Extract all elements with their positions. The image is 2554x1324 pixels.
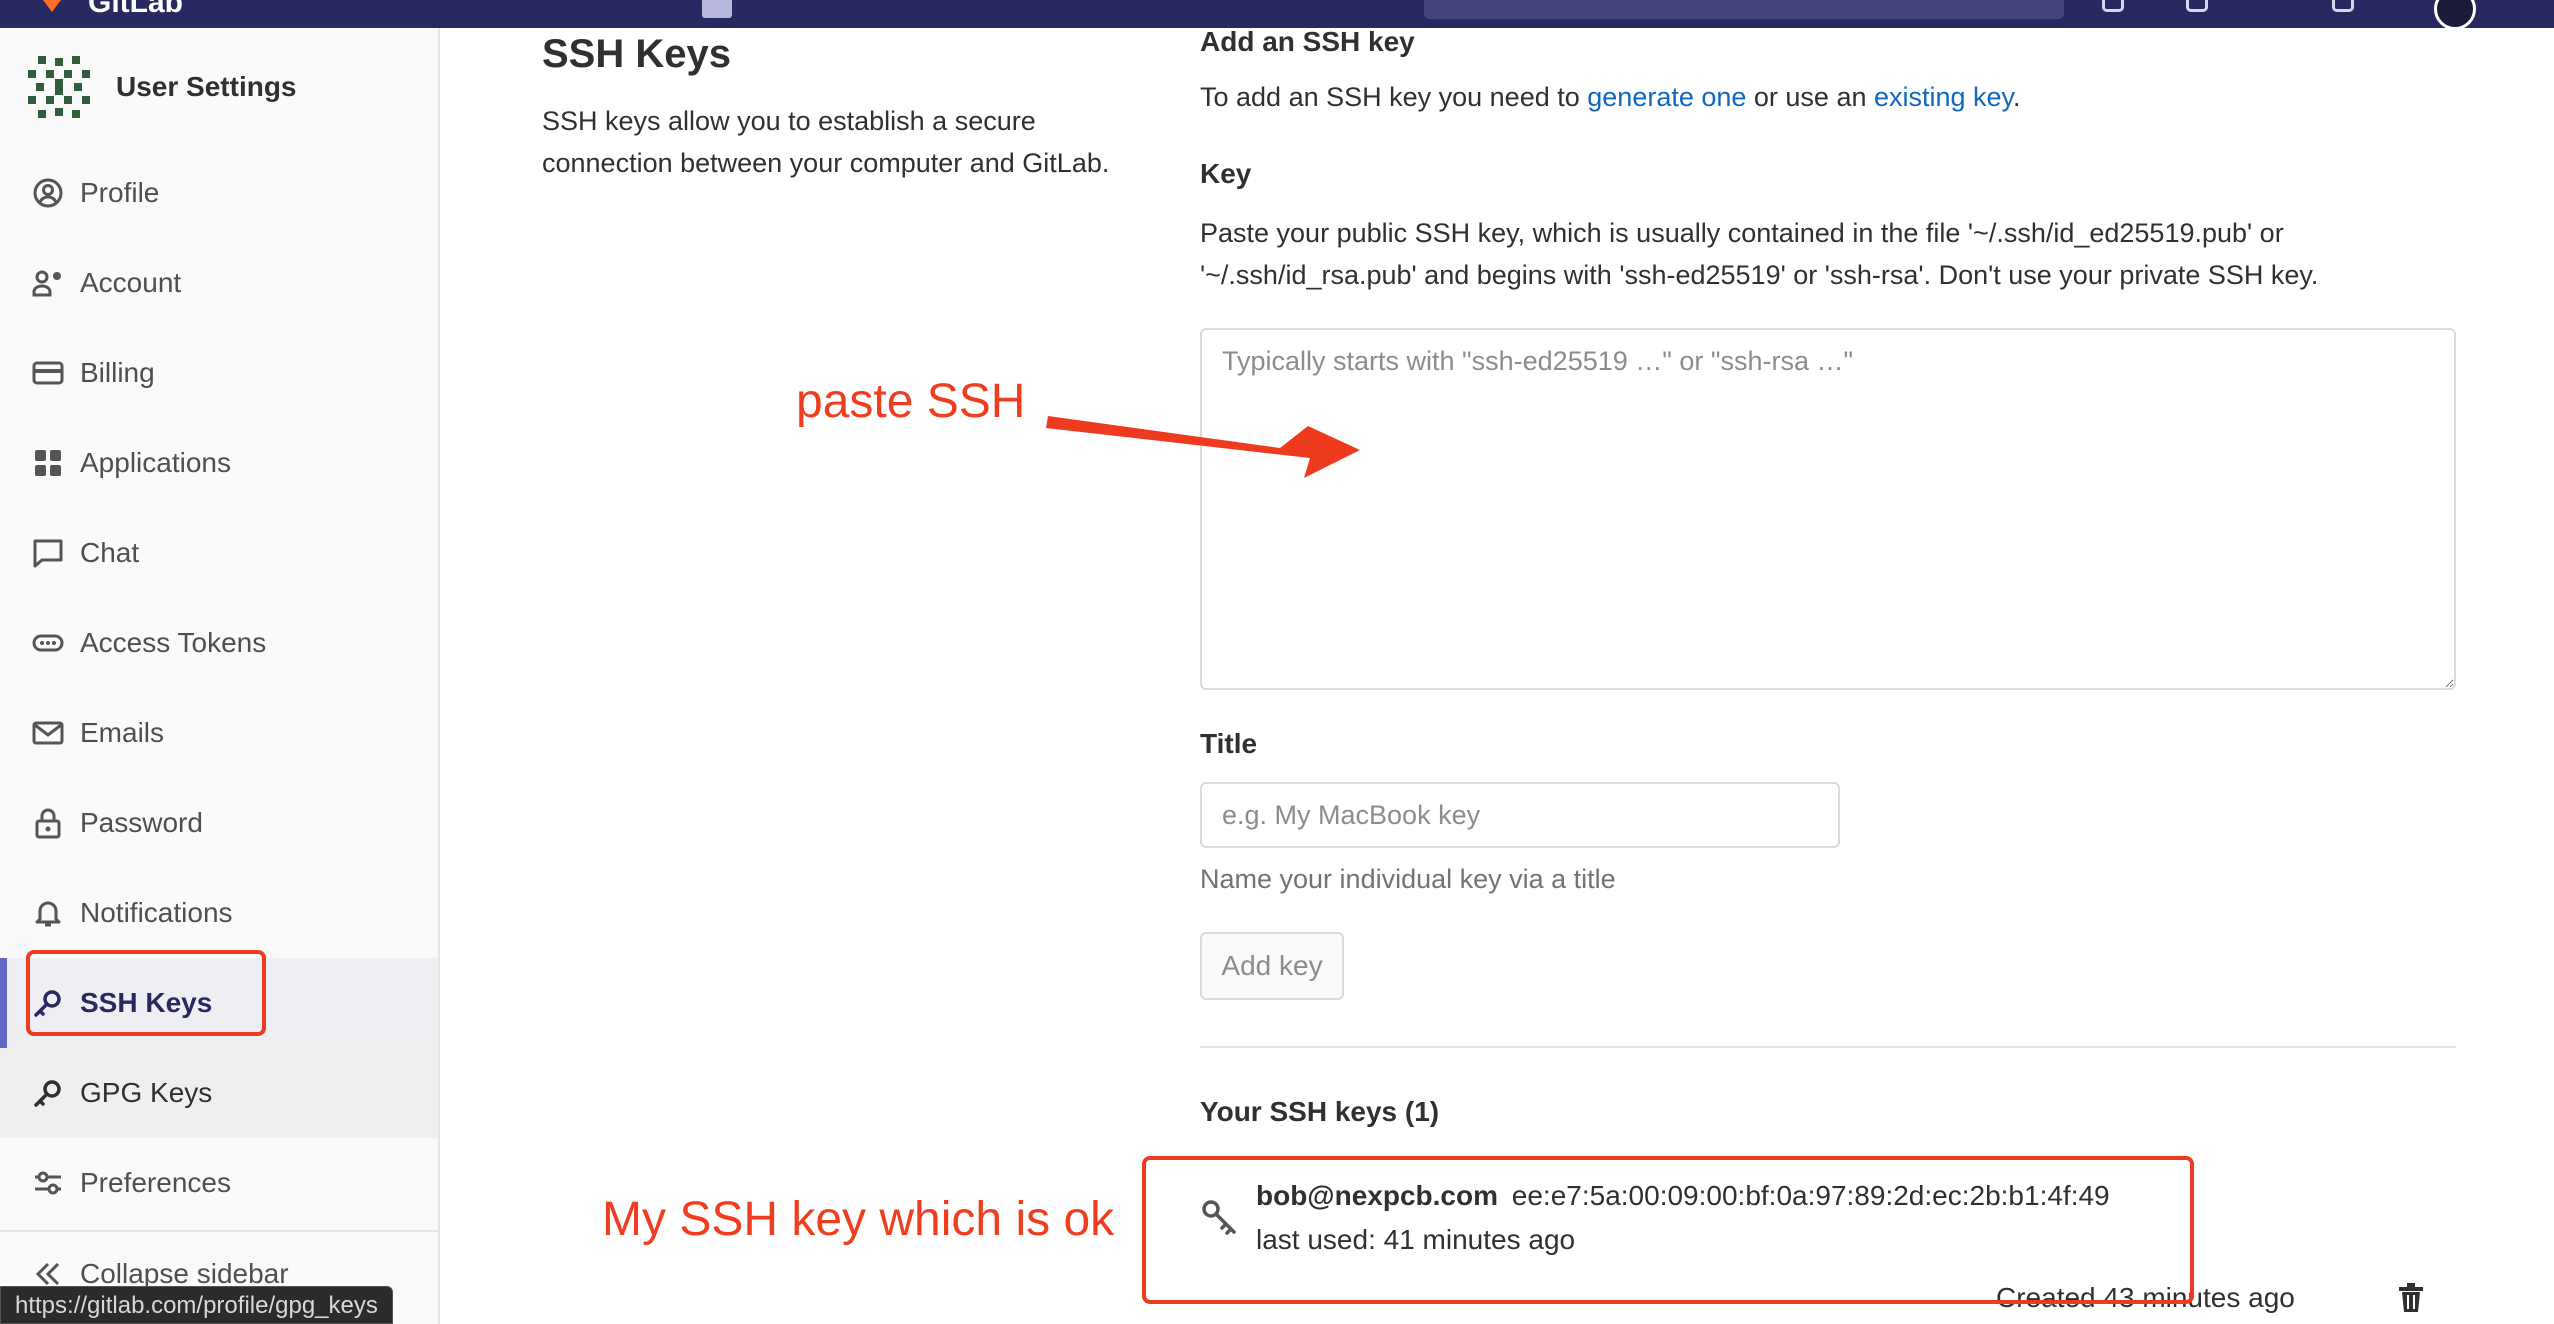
email-icon bbox=[32, 717, 64, 749]
sidebar-item-label: Notifications bbox=[80, 897, 233, 928]
sidebar-item-emails[interactable]: Emails bbox=[0, 688, 438, 778]
sidebar: User Settings Profile Account Billing Ap… bbox=[0, 28, 440, 1324]
sidebar-item-access-tokens[interactable]: Access Tokens bbox=[0, 598, 438, 688]
sidebar-item-notifications[interactable]: Notifications bbox=[0, 868, 438, 958]
sidebar-item-profile[interactable]: Profile bbox=[0, 148, 438, 238]
top-navbar: GitLab bbox=[0, 0, 2554, 30]
intro-text: or use an bbox=[1746, 82, 1874, 112]
trash-icon[interactable] bbox=[2396, 1282, 2426, 1314]
brand-name[interactable]: GitLab bbox=[88, 0, 183, 20]
annotation-box-ssh-keys-nav bbox=[26, 950, 266, 1036]
sidebar-item-gpg-keys[interactable]: GPG Keys bbox=[0, 1048, 438, 1138]
todo-icon[interactable] bbox=[2102, 0, 2124, 12]
sidebar-item-applications[interactable]: Applications bbox=[0, 418, 438, 508]
sidebar-item-label: Applications bbox=[80, 447, 231, 478]
add-key-button[interactable]: Add key bbox=[1200, 932, 1344, 1000]
add-ssh-key-intro: To add an SSH key you need to generate o… bbox=[1200, 82, 2021, 113]
main-content: SSH Keys SSH keys allow you to establish… bbox=[440, 26, 2554, 1324]
existing-key-link[interactable]: existing key bbox=[1874, 82, 2013, 112]
generate-one-link[interactable]: generate one bbox=[1587, 82, 1746, 112]
browser-status-url: https://gitlab.com/profile/gpg_keys bbox=[0, 1286, 393, 1324]
sidebar-item-label: Billing bbox=[80, 357, 155, 388]
access-tokens-icon bbox=[32, 627, 64, 659]
sidebar-item-preferences[interactable]: Preferences bbox=[0, 1138, 438, 1228]
page-description: SSH keys allow you to establish a secure… bbox=[542, 106, 1110, 178]
title-input[interactable] bbox=[1200, 782, 1840, 848]
applications-icon bbox=[32, 447, 64, 479]
add-ssh-key-heading: Add an SSH key bbox=[1200, 26, 1415, 57]
sidebar-item-label: Password bbox=[80, 807, 203, 838]
key-label: Key bbox=[1200, 158, 1252, 189]
title-label: Title bbox=[1200, 728, 1258, 759]
issues-icon[interactable] bbox=[702, 0, 732, 18]
sidebar-context-title: User Settings bbox=[116, 71, 297, 102]
sidebar-item-label: Emails bbox=[80, 717, 165, 748]
bell-icon bbox=[32, 897, 64, 929]
account-icon bbox=[32, 267, 64, 299]
sidebar-item-label: Chat bbox=[80, 537, 140, 568]
sidebar-context-header[interactable]: User Settings bbox=[24, 52, 297, 122]
sidebar-item-label: GPG Keys bbox=[80, 1077, 213, 1108]
user-identicon bbox=[24, 52, 94, 122]
help-icon[interactable] bbox=[2332, 0, 2354, 12]
chat-icon bbox=[32, 537, 64, 569]
annotation-paste-label: paste SSH bbox=[796, 375, 1026, 428]
merge-request-icon[interactable] bbox=[2186, 0, 2208, 12]
user-avatar[interactable] bbox=[2434, 0, 2476, 30]
preferences-icon bbox=[32, 1167, 64, 1199]
search-input[interactable] bbox=[1424, 0, 2064, 19]
sidebar-item-account[interactable]: Account bbox=[0, 238, 438, 328]
key-help-text: Paste your public SSH key, which is usua… bbox=[1200, 218, 2319, 290]
sidebar-item-label: Preferences bbox=[80, 1167, 231, 1198]
sidebar-item-label: Account bbox=[80, 267, 182, 298]
annotation-arrow bbox=[1046, 416, 1360, 478]
title-help-text: Name your individual key via a title bbox=[1200, 864, 1616, 894]
sidebar-item-billing[interactable]: Billing bbox=[0, 328, 438, 418]
profile-icon bbox=[32, 177, 64, 209]
sidebar-item-label: Access Tokens bbox=[80, 627, 267, 658]
intro-text: To add an SSH key you need to bbox=[1200, 82, 1588, 112]
sidebar-item-label: Profile bbox=[80, 177, 160, 208]
key-icon bbox=[32, 1077, 64, 1109]
gitlab-logo-icon[interactable] bbox=[40, 0, 64, 12]
annotation-box-ssh-key bbox=[1142, 1156, 2194, 1304]
lock-icon bbox=[32, 807, 64, 839]
your-ssh-keys-heading: Your SSH keys (1) bbox=[1200, 1096, 1440, 1127]
key-textarea[interactable] bbox=[1200, 328, 2456, 690]
sidebar-item-password[interactable]: Password bbox=[0, 778, 438, 868]
page-title: SSH Keys bbox=[542, 32, 731, 76]
intro-text: . bbox=[2013, 82, 2021, 112]
divider bbox=[1200, 1046, 2456, 1048]
annotation-key-ok-label: My SSH key which is ok bbox=[602, 1193, 1115, 1246]
sidebar-item-chat[interactable]: Chat bbox=[0, 508, 438, 598]
billing-icon bbox=[32, 357, 64, 389]
